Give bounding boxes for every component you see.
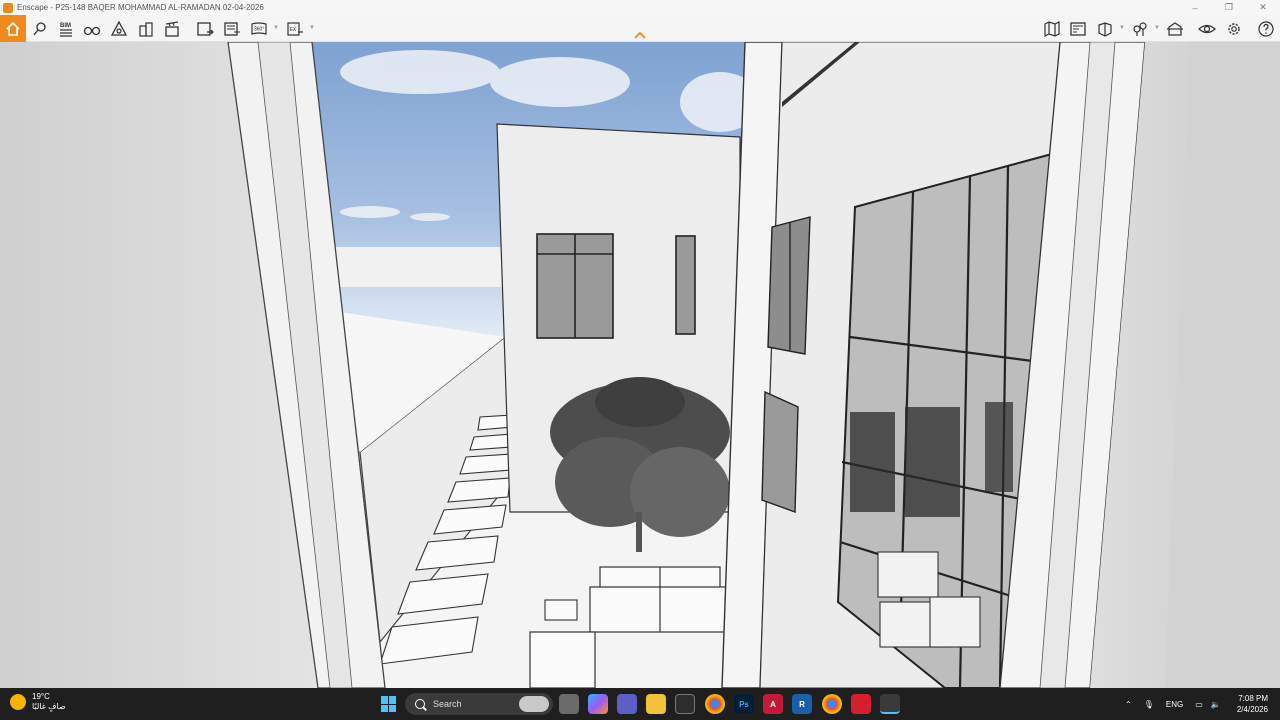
search-placeholder: Search (433, 699, 462, 709)
visual-settings-button[interactable] (1163, 17, 1187, 41)
windows-taskbar: 19°C صافٍ غالبًا Search Ps A R ⌃ 🎙 ENG ▭… (0, 688, 1280, 720)
sketch-style-icon (1070, 22, 1086, 36)
app-dark-icon[interactable] (675, 694, 695, 714)
distant-buildings (335, 247, 505, 287)
sofa (589, 566, 729, 633)
map-button[interactable] (1040, 17, 1064, 41)
teams-icon[interactable] (617, 694, 637, 714)
autocad-icon[interactable]: A (763, 694, 783, 714)
chrome-icon[interactable] (705, 694, 725, 714)
export-icon: EX (287, 22, 303, 36)
location-pin-icon (33, 22, 46, 36)
coffee-table (544, 599, 578, 621)
file-explorer-icon[interactable] (559, 694, 579, 714)
navigation-button[interactable] (107, 17, 131, 41)
export-button[interactable]: EX (283, 17, 307, 41)
revit-icon[interactable]: R (792, 694, 812, 714)
minimize-button[interactable]: – (1178, 0, 1212, 15)
bim-info-button[interactable]: BIM (54, 17, 78, 41)
volume-icon[interactable]: 🔈 (1211, 700, 1221, 709)
video-editor-icon (165, 21, 179, 37)
materials-icon (1098, 22, 1112, 37)
help-icon (1258, 21, 1274, 37)
bim-info-icon: BIM (60, 23, 72, 37)
help-button[interactable] (1254, 17, 1278, 41)
asset-library-button[interactable] (1128, 17, 1152, 41)
taskbar-search[interactable]: Search (405, 693, 553, 715)
copilot-icon[interactable] (588, 694, 608, 714)
folder-icon[interactable] (646, 694, 666, 714)
buildings-icon (139, 22, 153, 37)
binoculars-button[interactable] (80, 17, 104, 41)
enscape-logo-icon (3, 2, 13, 13)
view-visibility-button[interactable] (1195, 17, 1219, 41)
asset-library-icon (1133, 22, 1147, 36)
navigation-icon (110, 20, 128, 36)
search-highlight-icon (519, 696, 549, 712)
svg-text:EX: EX (290, 27, 297, 33)
weather-sun-icon (10, 694, 26, 710)
home-button[interactable] (0, 15, 26, 42)
microphone-icon[interactable]: 🎙 (1144, 700, 1154, 709)
start-button[interactable] (381, 696, 397, 712)
render-image-icon (197, 22, 214, 36)
visual-settings-icon (1167, 22, 1183, 36)
panorama-dropdown-icon[interactable]: ▼ (273, 25, 279, 31)
window-titlebar: Enscape - P25-148 BAQER MOHAMMAD AL-RAMA… (0, 0, 1280, 15)
render-viewport[interactable] (0, 42, 1280, 688)
home-icon (6, 21, 20, 36)
asset-dropdown-icon[interactable]: ▼ (1154, 25, 1160, 31)
clock-time: 7:08 PM (1238, 694, 1268, 703)
close-button[interactable]: ✕ (1246, 0, 1280, 15)
courtyard-render (0, 42, 1280, 688)
enscape-icon[interactable] (880, 694, 900, 714)
window-title: Enscape - P25-148 BAQER MOHAMMAD AL-RAMA… (17, 3, 264, 12)
map-icon (1044, 21, 1060, 37)
start-tile (389, 704, 396, 712)
search-icon (415, 699, 425, 709)
buildings-button[interactable] (134, 17, 158, 41)
svg-text:BIM: BIM (60, 23, 71, 29)
batch-render-icon (224, 22, 240, 36)
binoculars-icon (83, 26, 101, 36)
sketch-style-button[interactable] (1066, 17, 1090, 41)
batch-render-button[interactable] (220, 17, 244, 41)
video-editor-button[interactable] (160, 17, 184, 41)
front-sofa (529, 631, 596, 688)
svg-text:360°: 360° (254, 27, 264, 33)
materials-dropdown-icon[interactable]: ▼ (1119, 25, 1125, 31)
start-tile (381, 696, 388, 704)
system-tray: ⌃ 🎙 ENG ▭ 🔈 (1125, 688, 1225, 720)
start-tile (381, 704, 388, 712)
tray-overflow-icon[interactable]: ⌃ (1125, 700, 1132, 709)
start-tile (389, 696, 396, 704)
display-icon[interactable]: ▭ (1195, 700, 1203, 709)
clock[interactable]: 7:08 PM 2/4/2026 (1237, 693, 1268, 715)
panorama-360-icon: 360° (251, 22, 267, 35)
clock-date: 2/4/2026 (1236, 705, 1268, 714)
location-pin-button[interactable] (28, 17, 52, 41)
acrobat-icon[interactable] (851, 694, 871, 714)
window-controls: – ❐ ✕ (1178, 0, 1280, 15)
weather-temp: 19°C (32, 692, 50, 701)
right-door (761, 390, 799, 513)
render-image-button[interactable] (193, 17, 217, 41)
photoshop-icon[interactable]: Ps (734, 694, 754, 714)
language-indicator[interactable]: ENG (1166, 700, 1183, 709)
maximize-button[interactable]: ❐ (1212, 0, 1246, 15)
weather-condition: صافٍ غالبًا (32, 702, 66, 711)
weather-widget[interactable]: 19°C صافٍ غالبًا (10, 692, 66, 712)
view-visibility-icon (1198, 24, 1216, 34)
panorama-360-button[interactable]: 360° (247, 17, 271, 41)
export-dropdown-icon[interactable]: ▼ (309, 25, 315, 31)
settings-button[interactable] (1222, 17, 1246, 41)
settings-gear-icon (1228, 23, 1240, 35)
collapse-toolbar-arrow-icon[interactable] (632, 30, 648, 40)
side-window (767, 216, 811, 355)
materials-button[interactable] (1093, 17, 1117, 41)
chrome-profile-icon[interactable] (822, 694, 842, 714)
